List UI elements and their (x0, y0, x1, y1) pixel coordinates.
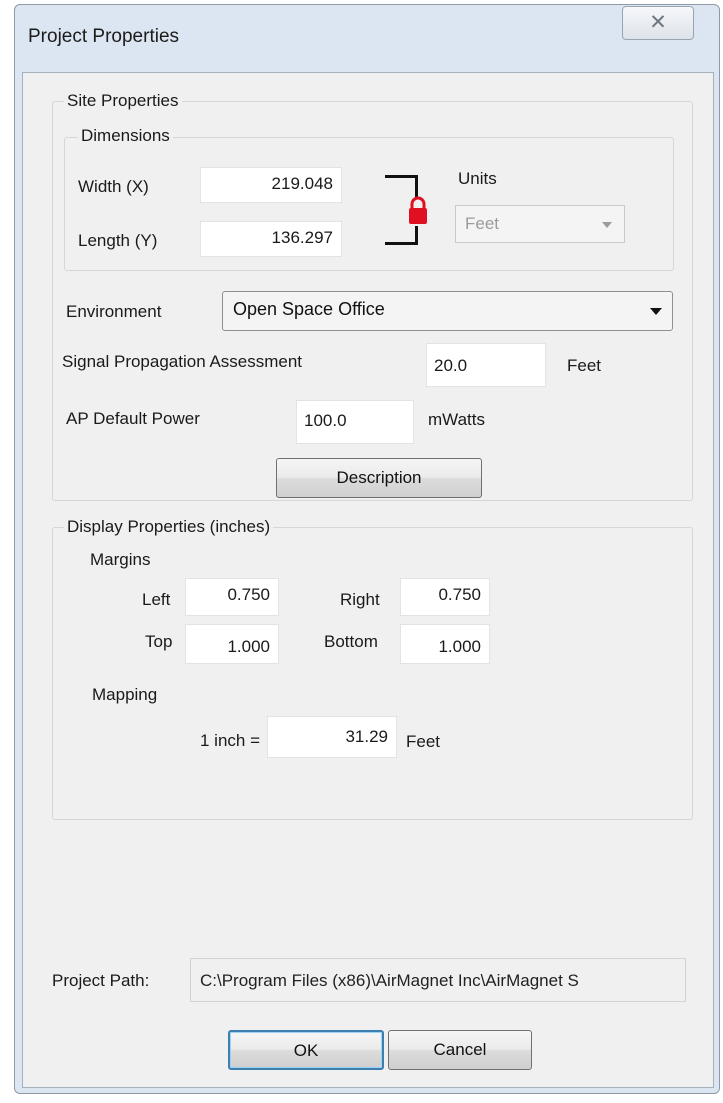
units-select: Feet (455, 205, 625, 243)
inch-mapping-field[interactable]: 31.29 (267, 716, 397, 758)
inch-mapping-unit: Feet (406, 732, 441, 751)
margins-label: Margins (90, 550, 151, 569)
signal-propagation-label: Signal Propagation Assessment (62, 352, 303, 371)
cancel-button[interactable]: Cancel (388, 1030, 532, 1070)
description-button-label: Description (336, 468, 422, 487)
cancel-button-label: Cancel (433, 1040, 487, 1059)
dialog-title: Project Properties (28, 26, 180, 47)
units-select-value: Feet (465, 214, 500, 233)
bottom-margin-label: Bottom (324, 632, 378, 651)
width-label: Width (X) (78, 177, 149, 196)
mapping-label: Mapping (92, 685, 158, 704)
top-margin-label: Top (145, 632, 173, 651)
display-properties-group (52, 527, 693, 820)
project-path-field[interactable]: C:\Program Files (x86)\AirMagnet Inc\Air… (190, 958, 686, 1002)
units-dropdown-arrow-icon (602, 222, 612, 228)
project-path-label: Project Path: (52, 971, 150, 990)
environment-select[interactable]: Open Space Office (222, 291, 673, 331)
lock-bracket-top (385, 175, 417, 178)
ap-power-label: AP Default Power (66, 409, 200, 428)
right-margin-label: Right (340, 590, 380, 609)
site-properties-label: Site Properties (64, 91, 182, 111)
width-field[interactable]: 219.048 (200, 167, 342, 203)
environment-dropdown-arrow-icon[interactable] (650, 308, 662, 315)
display-properties-label: Display Properties (inches) (64, 517, 274, 537)
signal-propagation-unit: Feet (567, 356, 602, 375)
inch-mapping-label: 1 inch = (200, 731, 261, 750)
signal-propagation-field[interactable]: 20.0 (426, 343, 546, 387)
ap-power-field[interactable]: 100.0 (296, 400, 414, 444)
dimensions-label: Dimensions (78, 126, 173, 146)
environment-label: Environment (66, 302, 162, 321)
bottom-margin-field[interactable]: 1.000 (400, 624, 490, 664)
lock-bracket-top-vertical (415, 175, 418, 197)
ok-button[interactable]: OK (228, 1030, 384, 1070)
close-button[interactable]: ✕ (622, 6, 694, 40)
ap-power-unit: mWatts (428, 410, 485, 429)
length-field[interactable]: 136.297 (200, 221, 342, 257)
length-label: Length (Y) (78, 231, 158, 250)
right-margin-field[interactable]: 0.750 (400, 578, 490, 616)
lock-bracket-bottom (385, 242, 417, 245)
description-button[interactable]: Description (276, 458, 482, 498)
close-icon: ✕ (649, 11, 667, 34)
ok-button-label: OK (293, 1041, 319, 1060)
top-margin-field[interactable]: 1.000 (185, 624, 279, 664)
environment-select-value: Open Space Office (233, 299, 385, 319)
left-margin-field[interactable]: 0.750 (185, 578, 279, 616)
left-margin-label: Left (142, 590, 171, 609)
padlock-icon[interactable] (408, 195, 428, 227)
units-label: Units (458, 169, 497, 188)
